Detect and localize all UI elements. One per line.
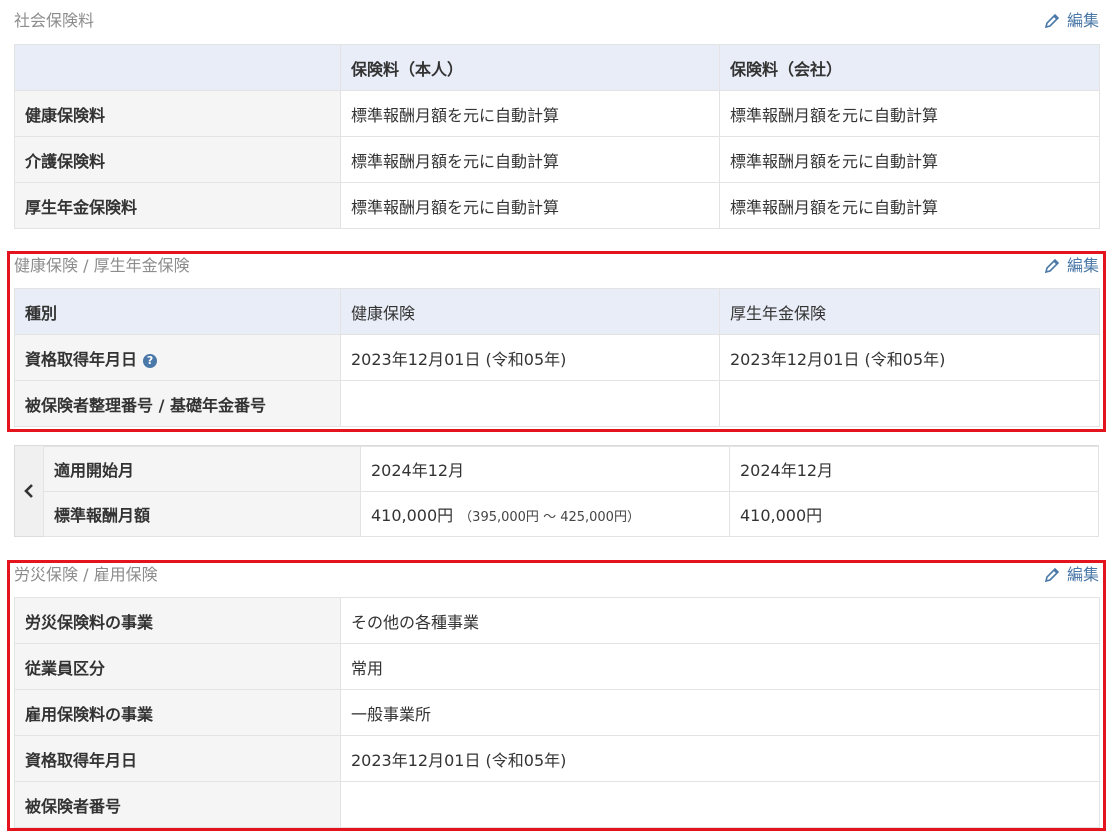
edit-label: 編集 bbox=[1066, 565, 1099, 584]
row-value-health: 2023年12月01日 (令和05年) bbox=[340, 334, 720, 381]
health-pension-edit-button[interactable]: 編集 bbox=[1043, 255, 1099, 277]
table-row: 健康保険料 標準報酬月額を元に自動計算 標準報酬月額を元に自動計算 bbox=[14, 90, 1100, 137]
table-row: 被保険者整理番号 / 基礎年金番号 bbox=[14, 380, 1100, 427]
row-value: 常用 bbox=[340, 643, 1100, 690]
workers-employment-title: 労災保険 / 雇用保険 bbox=[14, 565, 158, 584]
row-label: 資格取得年月日? bbox=[14, 334, 341, 381]
table-row: 資格取得年月日 2023年12月01日 (令和05年) bbox=[14, 735, 1100, 782]
row-value-self: 標準報酬月額を元に自動計算 bbox=[340, 136, 720, 183]
remuneration-range: （395,000円 ～ 425,000円） bbox=[459, 510, 640, 525]
row-label: 被保険者整理番号 / 基礎年金番号 bbox=[14, 380, 341, 427]
row-label: 被保険者番号 bbox=[14, 781, 341, 828]
social-insurance-title: 社会保険料 bbox=[14, 11, 95, 30]
row-label: 雇用保険料の事業 bbox=[14, 689, 341, 736]
row-value-2: 2024年12月 bbox=[729, 446, 1099, 492]
row-value: 一般事業所 bbox=[340, 689, 1100, 736]
social-insurance-edit-button[interactable]: 編集 bbox=[1043, 10, 1099, 32]
row-value-2: 410,000円 bbox=[729, 491, 1099, 537]
standard-remuneration-table: 適用開始月 2024年12月 2024年12月 標準報酬月額 410,000円 （… bbox=[43, 446, 1099, 537]
workers-employment-edit-button[interactable]: 編集 bbox=[1043, 564, 1099, 586]
row-value-self: 標準報酬月額を元に自動計算 bbox=[340, 182, 720, 229]
row-value: 2023年12月01日 (令和05年) bbox=[340, 735, 1100, 782]
table-row: 介護保険料 標準報酬月額を元に自動計算 標準報酬月額を元に自動計算 bbox=[14, 136, 1100, 183]
row-value bbox=[340, 781, 1100, 828]
pencil-icon bbox=[1044, 13, 1060, 29]
table-row: 標準報酬月額 410,000円 （395,000円 ～ 425,000円） 410… bbox=[43, 491, 1099, 537]
row-label: 従業員区分 bbox=[14, 643, 341, 690]
table-header-row: 種別 健康保険 厚生年金保険 bbox=[14, 288, 1100, 335]
header-cell-self: 保険料（本人） bbox=[340, 44, 720, 91]
remuneration-amount: 410,000円 bbox=[371, 506, 454, 525]
row-label: 資格取得年月日 bbox=[14, 735, 341, 782]
row-value-self: 標準報酬月額を元に自動計算 bbox=[340, 90, 720, 137]
row-value-company: 標準報酬月額を元に自動計算 bbox=[719, 136, 1100, 183]
question-circle-icon[interactable]: ? bbox=[143, 353, 158, 368]
row-label: 労災保険料の事業 bbox=[14, 597, 341, 644]
table-row: 労災保険料の事業 その他の各種事業 bbox=[14, 597, 1100, 644]
row-label: 適用開始月 bbox=[43, 446, 361, 492]
row-value-1: 2024年12月 bbox=[360, 446, 730, 492]
chevron-left-icon bbox=[24, 484, 33, 498]
pencil-icon bbox=[1044, 567, 1060, 583]
table-row: 雇用保険料の事業 一般事業所 bbox=[14, 689, 1100, 736]
header-cell bbox=[14, 44, 341, 91]
table-row: 適用開始月 2024年12月 2024年12月 bbox=[43, 446, 1099, 492]
row-value-pension bbox=[719, 380, 1100, 427]
row-value-health bbox=[340, 380, 720, 427]
health-pension-table: 種別 健康保険 厚生年金保険 資格取得年月日? 2023年12月01日 (令和0… bbox=[14, 288, 1100, 427]
edit-label: 編集 bbox=[1066, 11, 1099, 30]
acquisition-date-label: 資格取得年月日 bbox=[25, 349, 138, 369]
row-label: 厚生年金保険料 bbox=[14, 182, 341, 229]
type-label: 種別 bbox=[14, 288, 341, 335]
row-value-1: 410,000円 （395,000円 ～ 425,000円） bbox=[360, 491, 730, 537]
table-row: 資格取得年月日? 2023年12月01日 (令和05年) 2023年12月01日… bbox=[14, 334, 1100, 381]
row-value-company: 標準報酬月額を元に自動計算 bbox=[719, 90, 1100, 137]
row-label: 標準報酬月額 bbox=[43, 491, 361, 537]
social-insurance-table: 保険料（本人） 保険料（会社） 健康保険料 標準報酬月額を元に自動計算 標準報酬… bbox=[14, 44, 1100, 229]
workers-employment-table: 労災保険料の事業 その他の各種事業 従業員区分 常用 雇用保険料の事業 一般事業… bbox=[14, 597, 1100, 828]
prev-period-button[interactable] bbox=[15, 446, 44, 536]
row-value: その他の各種事業 bbox=[340, 597, 1100, 644]
header-cell-company: 保険料（会社） bbox=[719, 44, 1100, 91]
row-value-pension: 2023年12月01日 (令和05年) bbox=[719, 334, 1100, 381]
type-pension: 厚生年金保険 bbox=[719, 288, 1100, 335]
row-label: 介護保険料 bbox=[14, 136, 341, 183]
table-row: 従業員区分 常用 bbox=[14, 643, 1100, 690]
table-row: 被保険者番号 bbox=[14, 781, 1100, 828]
type-health: 健康保険 bbox=[340, 288, 720, 335]
table-row: 厚生年金保険料 標準報酬月額を元に自動計算 標準報酬月額を元に自動計算 bbox=[14, 182, 1100, 229]
health-pension-title: 健康保険 / 厚生年金保険 bbox=[14, 256, 190, 275]
edit-label: 編集 bbox=[1066, 256, 1099, 275]
row-label: 健康保険料 bbox=[14, 90, 341, 137]
standard-remuneration-panel: 適用開始月 2024年12月 2024年12月 標準報酬月額 410,000円 （… bbox=[14, 445, 1099, 537]
row-value-company: 標準報酬月額を元に自動計算 bbox=[719, 182, 1100, 229]
table-header-row: 保険料（本人） 保険料（会社） bbox=[14, 44, 1100, 91]
pencil-icon bbox=[1044, 258, 1060, 274]
